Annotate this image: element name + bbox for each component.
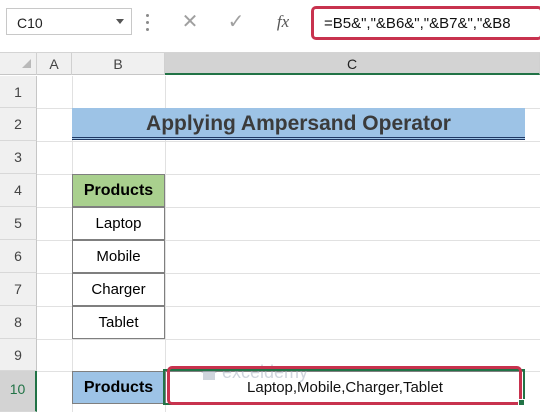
table-header-products[interactable]: Products xyxy=(72,174,165,207)
fill-handle[interactable] xyxy=(518,399,525,406)
row-header-2[interactable]: 2 xyxy=(0,108,37,141)
column-header-c[interactable]: C xyxy=(165,53,540,75)
drag-handle-icon[interactable] xyxy=(146,10,150,34)
formula-input[interactable]: =B5&","&B6&","&B7&","&B8 xyxy=(311,6,540,40)
formula-bar: C10 ✕ ✓ fx =B5&","&B6&","&B7&","&B8 xyxy=(0,0,540,52)
result-highlight-box xyxy=(167,366,522,405)
row-header-1[interactable]: 1 xyxy=(0,76,37,108)
row-header-5[interactable]: 5 xyxy=(0,207,37,240)
row-header-9[interactable]: 9 xyxy=(0,339,37,371)
column-header-b[interactable]: B xyxy=(72,53,165,75)
row-header-10[interactable]: 10 xyxy=(0,371,37,412)
chevron-down-icon[interactable] xyxy=(116,19,124,24)
gridline xyxy=(37,339,540,340)
check-icon[interactable]: ✓ xyxy=(224,8,248,36)
row-header-4[interactable]: 4 xyxy=(0,174,37,207)
table-row[interactable]: Charger xyxy=(72,273,165,306)
row-header-7[interactable]: 7 xyxy=(0,273,37,306)
row-header-3[interactable]: 3 xyxy=(0,141,37,174)
row-header-8[interactable]: 8 xyxy=(0,306,37,339)
table-row[interactable]: Laptop xyxy=(72,207,165,240)
column-header-bar: A B C xyxy=(0,52,540,75)
insert-function-button[interactable]: fx xyxy=(270,8,296,36)
name-box-value: C10 xyxy=(17,15,43,31)
name-box[interactable]: C10 xyxy=(6,8,132,35)
close-icon[interactable]: ✕ xyxy=(178,8,202,36)
select-all-corner[interactable] xyxy=(0,53,37,75)
formula-text: =B5&","&B6&","&B7&","&B8 xyxy=(324,15,511,32)
gridline xyxy=(37,141,540,142)
result-label-cell[interactable]: Products xyxy=(72,371,165,404)
select-all-triangle-icon[interactable] xyxy=(22,59,31,68)
sheet-title[interactable]: Applying Ampersand Operator xyxy=(72,108,525,140)
table-row[interactable]: Tablet xyxy=(72,306,165,339)
table-row[interactable]: Mobile xyxy=(72,240,165,273)
row-header-6[interactable]: 6 xyxy=(0,240,37,273)
column-header-a[interactable]: A xyxy=(37,53,72,75)
